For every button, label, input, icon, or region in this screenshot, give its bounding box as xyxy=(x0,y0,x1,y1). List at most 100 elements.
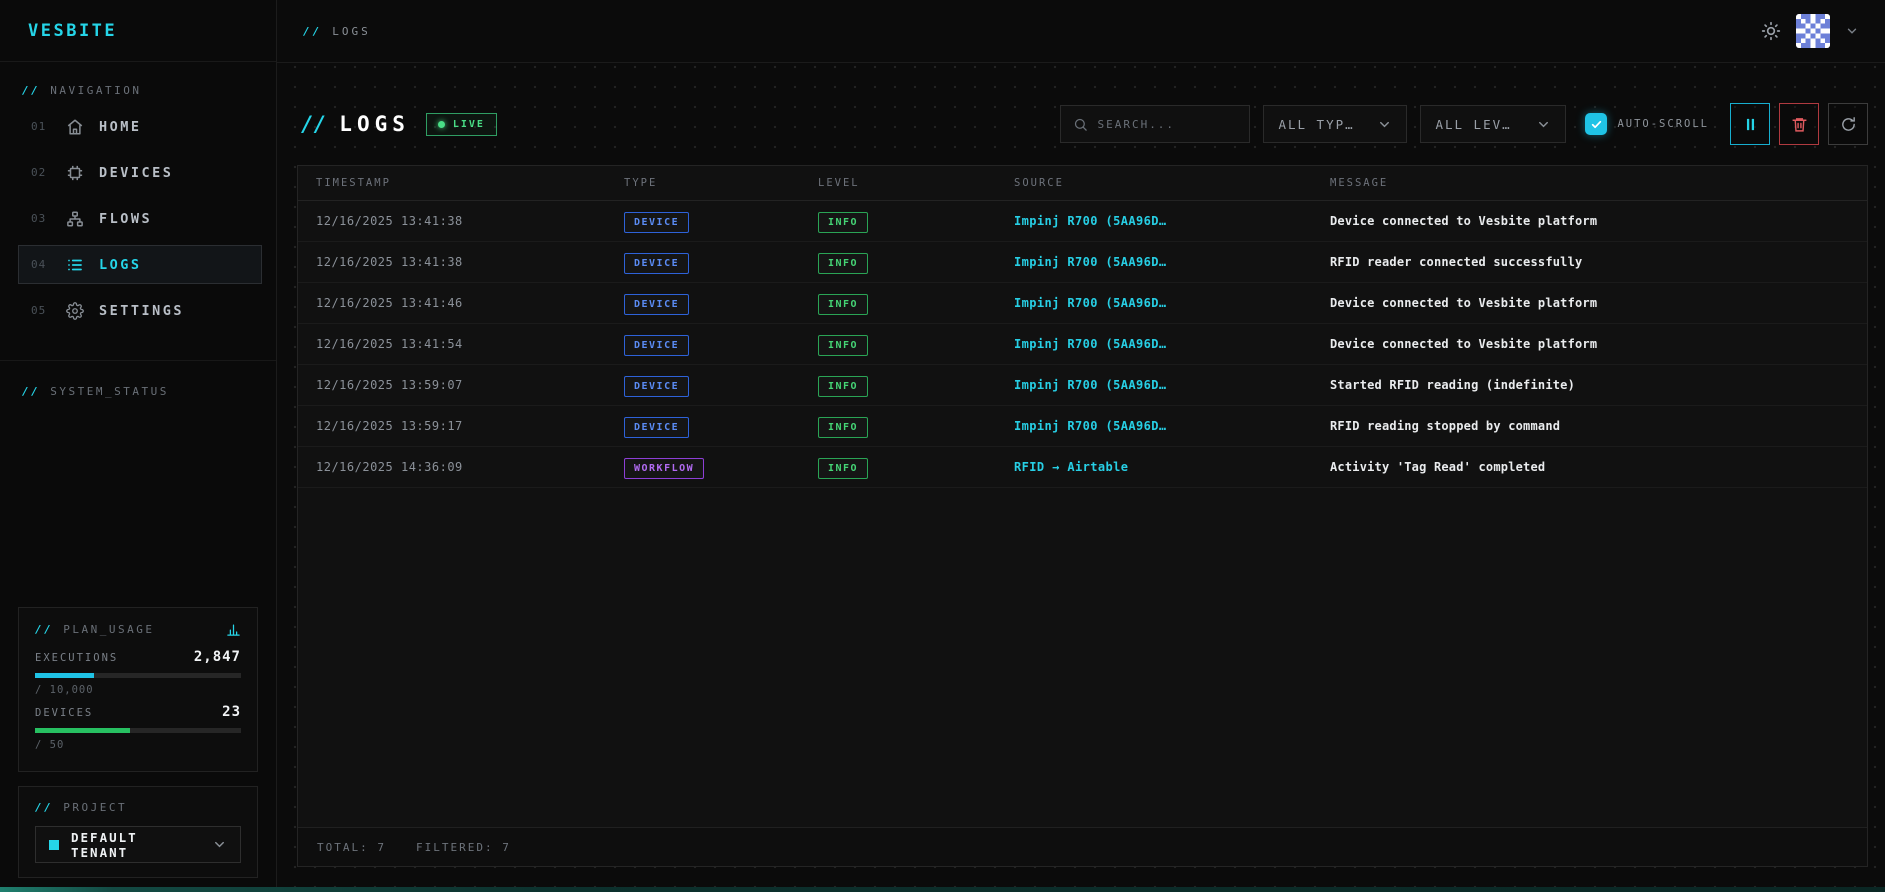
table-row[interactable]: 12/16/2025 13:41:54 DEVICE INFO Impinj R… xyxy=(298,324,1867,365)
column-header-timestamp: TIMESTAMP xyxy=(316,177,391,189)
nav-section: // NAVIGATION 01 HOME 02 DEVICES 03 FLOW… xyxy=(0,62,276,344)
account-chevron-down-icon[interactable] xyxy=(1845,24,1859,38)
main-content: // LOGS LIVE ALL TYP… ALL LEV… xyxy=(277,63,1885,892)
clear-logs-button[interactable] xyxy=(1779,103,1819,145)
bar-chart-icon xyxy=(226,622,241,637)
project-selected-value: DEFAULT TENANT xyxy=(71,829,138,860)
live-dot-icon xyxy=(437,120,445,128)
chevron-down-icon xyxy=(212,837,227,852)
sidebar-item-logs[interactable]: 04 LOGS xyxy=(18,245,262,284)
slash-decoration: // xyxy=(22,84,41,97)
log-source-link[interactable]: Impinj R700 (5AA96D… xyxy=(1014,214,1330,228)
theme-toggle-sun-icon[interactable] xyxy=(1761,21,1781,41)
log-message: RFID reader connected successfully xyxy=(1330,255,1583,269)
level-filter-dropdown[interactable]: ALL LEV… xyxy=(1420,105,1567,143)
nav-section-label: // NAVIGATION xyxy=(18,84,262,97)
type-filter-value: ALL TYP… xyxy=(1278,116,1355,132)
bottom-accent-strip xyxy=(0,887,1885,892)
log-type-badge: DEVICE xyxy=(624,416,690,438)
table-row[interactable]: 12/16/2025 13:41:38 DEVICE INFO Impinj R… xyxy=(298,201,1867,242)
executions-label: EXECUTIONS xyxy=(35,652,119,664)
log-level-badge: INFO xyxy=(818,334,869,356)
nav-item-label: FLOWS xyxy=(99,210,153,227)
table-row[interactable]: 12/16/2025 13:41:46 DEVICE INFO Impinj R… xyxy=(298,283,1867,324)
log-level-badge: INFO xyxy=(818,293,869,315)
pause-stream-button[interactable] xyxy=(1730,103,1770,145)
log-timestamp: 12/16/2025 14:36:09 xyxy=(316,460,463,474)
devices-label: DEVICES xyxy=(35,707,94,719)
sidebar-item-settings[interactable]: 05 SETTINGS xyxy=(18,291,262,330)
log-source-link[interactable]: Impinj R700 (5AA96D… xyxy=(1014,255,1330,269)
search-input[interactable] xyxy=(1097,117,1238,131)
log-message: Device connected to Vesbite platform xyxy=(1330,296,1598,310)
column-header-type: TYPE xyxy=(624,177,658,189)
slash-decoration: // xyxy=(303,24,323,38)
table-row[interactable]: 12/16/2025 13:59:17 DEVICE INFO Impinj R… xyxy=(298,406,1867,447)
devices-progress-fill xyxy=(35,728,130,733)
log-search xyxy=(1060,105,1251,143)
slash-decoration: // xyxy=(301,112,327,136)
level-filter-value: ALL LEV… xyxy=(1435,116,1512,132)
flow-hierarchy-icon xyxy=(66,210,84,228)
avatar[interactable] xyxy=(1796,14,1830,48)
log-type-badge: DEVICE xyxy=(624,334,690,356)
executions-value: 2,847 xyxy=(193,649,241,665)
home-icon xyxy=(66,118,84,136)
project-swatch xyxy=(49,839,59,850)
nav-item-number: 05 xyxy=(31,304,47,317)
system-status-label: SYSTEM_STATUS xyxy=(50,385,169,398)
type-filter-dropdown[interactable]: ALL TYP… xyxy=(1263,105,1408,143)
live-status-badge: LIVE xyxy=(425,112,497,136)
table-row[interactable]: 12/16/2025 14:36:09 WORKFLOW INFO RFID →… xyxy=(298,447,1867,488)
chevron-down-icon xyxy=(1536,117,1551,132)
autoscroll-checkbox[interactable] xyxy=(1585,113,1608,135)
log-level-badge: INFO xyxy=(818,416,869,438)
nav-section-title: NAVIGATION xyxy=(50,84,142,97)
table-footer: TOTAL: 7 FILTERED: 7 xyxy=(298,827,1867,866)
nav-item-label: LOGS xyxy=(99,256,142,273)
nav-item-number: 01 xyxy=(31,120,47,133)
log-type-badge: DEVICE xyxy=(624,211,690,233)
log-source-link[interactable]: RFID → Airtable xyxy=(1014,460,1330,474)
system-status-section: // SYSTEM_STATUS xyxy=(0,361,276,422)
logo-row: VESBITE xyxy=(0,0,276,62)
table-row[interactable]: 12/16/2025 13:59:07 DEVICE INFO Impinj R… xyxy=(298,365,1867,406)
log-message: RFID reading stopped by command xyxy=(1330,419,1561,433)
project-label: PROJECT xyxy=(63,801,128,814)
trash-icon xyxy=(1791,116,1808,133)
log-source-link[interactable]: Impinj R700 (5AA96D… xyxy=(1014,337,1330,351)
sidebar-item-devices[interactable]: 02 DEVICES xyxy=(18,153,262,192)
log-level-badge: INFO xyxy=(818,252,869,274)
log-level-badge: INFO xyxy=(818,457,869,479)
topbar: // LOGS xyxy=(277,0,1885,63)
nav-item-label: SETTINGS xyxy=(99,302,185,319)
executions-progress-track xyxy=(35,673,241,678)
log-message: Started RFID reading (indefinite) xyxy=(1330,378,1576,392)
plan-usage-card: // PLAN_USAGE EXECUTIONS 2,847 / 10,000 … xyxy=(18,607,258,772)
plan-usage-label: PLAN_USAGE xyxy=(63,623,155,636)
column-header-level: LEVEL xyxy=(818,177,860,189)
log-message: Device connected to Vesbite platform xyxy=(1330,214,1598,228)
devices-progress-track xyxy=(35,728,241,733)
project-selector[interactable]: DEFAULT TENANT xyxy=(35,826,241,863)
log-message: Activity 'Tag Read' completed xyxy=(1330,460,1546,474)
table-row[interactable]: 12/16/2025 13:41:38 DEVICE INFO Impinj R… xyxy=(298,242,1867,283)
autoscroll-toggle[interactable]: AUTO-SCROLL xyxy=(1585,113,1709,135)
log-source-link[interactable]: Impinj R700 (5AA96D… xyxy=(1014,378,1330,392)
table-body: 12/16/2025 13:41:38 DEVICE INFO Impinj R… xyxy=(298,201,1867,488)
page-title: // LOGS xyxy=(301,112,410,136)
log-timestamp: 12/16/2025 13:41:38 xyxy=(316,214,463,228)
refresh-button[interactable] xyxy=(1828,103,1868,145)
search-icon xyxy=(1073,117,1088,132)
total-count: TOTAL: 7 xyxy=(317,840,386,854)
chip-icon xyxy=(66,164,84,182)
breadcrumb-label: LOGS xyxy=(332,24,371,38)
log-type-badge: WORKFLOW xyxy=(624,457,705,479)
devices-value: 23 xyxy=(222,704,241,720)
sidebar-item-flows[interactable]: 03 FLOWS xyxy=(18,199,262,238)
executions-limit: / 10,000 xyxy=(35,684,94,696)
log-source-link[interactable]: Impinj R700 (5AA96D… xyxy=(1014,419,1330,433)
breadcrumb: // LOGS xyxy=(303,25,371,38)
sidebar-item-home[interactable]: 01 HOME xyxy=(18,107,262,146)
log-source-link[interactable]: Impinj R700 (5AA96D… xyxy=(1014,296,1330,310)
